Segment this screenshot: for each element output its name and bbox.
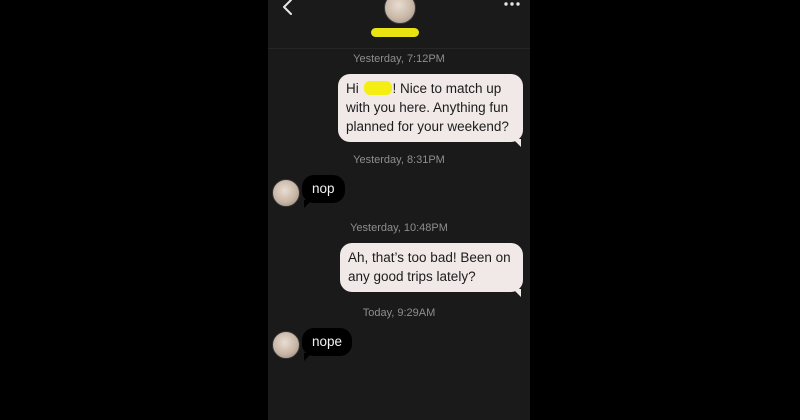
message-text: Ah, that’s too bad! Been on any good tri… [348, 250, 511, 284]
message-timestamp: Yesterday, 8:31PM [353, 154, 445, 166]
message-text: Hi [346, 81, 363, 96]
chat-screen: Yesterday, 7:12PM Hi ! Nice to match up … [268, 0, 530, 420]
ellipsis-horizontal-icon [504, 2, 520, 6]
contact-avatar[interactable] [384, 0, 416, 24]
more-options-button[interactable] [502, 0, 522, 14]
outgoing-message[interactable]: Ah, that’s too bad! Been on any good tri… [340, 243, 523, 297]
outgoing-message[interactable]: Hi ! Nice to match up with you here. Any… [338, 74, 523, 147]
message-timestamp: Today, 9:29AM [362, 307, 436, 319]
chat-header [268, 0, 530, 49]
message-timestamp: Yesterday, 7:12PM [353, 53, 445, 65]
message-text: nop [312, 181, 335, 196]
message-timestamp: Yesterday, 10:48PM [350, 222, 448, 234]
back-button[interactable] [278, 0, 298, 18]
chevron-left-icon [283, 0, 292, 15]
incoming-message[interactable]: nope [302, 328, 353, 361]
redaction-mark [371, 28, 419, 37]
incoming-message[interactable]: nop [302, 175, 345, 208]
contact-name-redacted[interactable] [371, 26, 419, 38]
message-text: nope [312, 334, 343, 349]
contact-avatar-small[interactable] [272, 331, 300, 359]
redaction-mark [363, 81, 392, 95]
contact-avatar-small[interactable] [272, 179, 300, 207]
